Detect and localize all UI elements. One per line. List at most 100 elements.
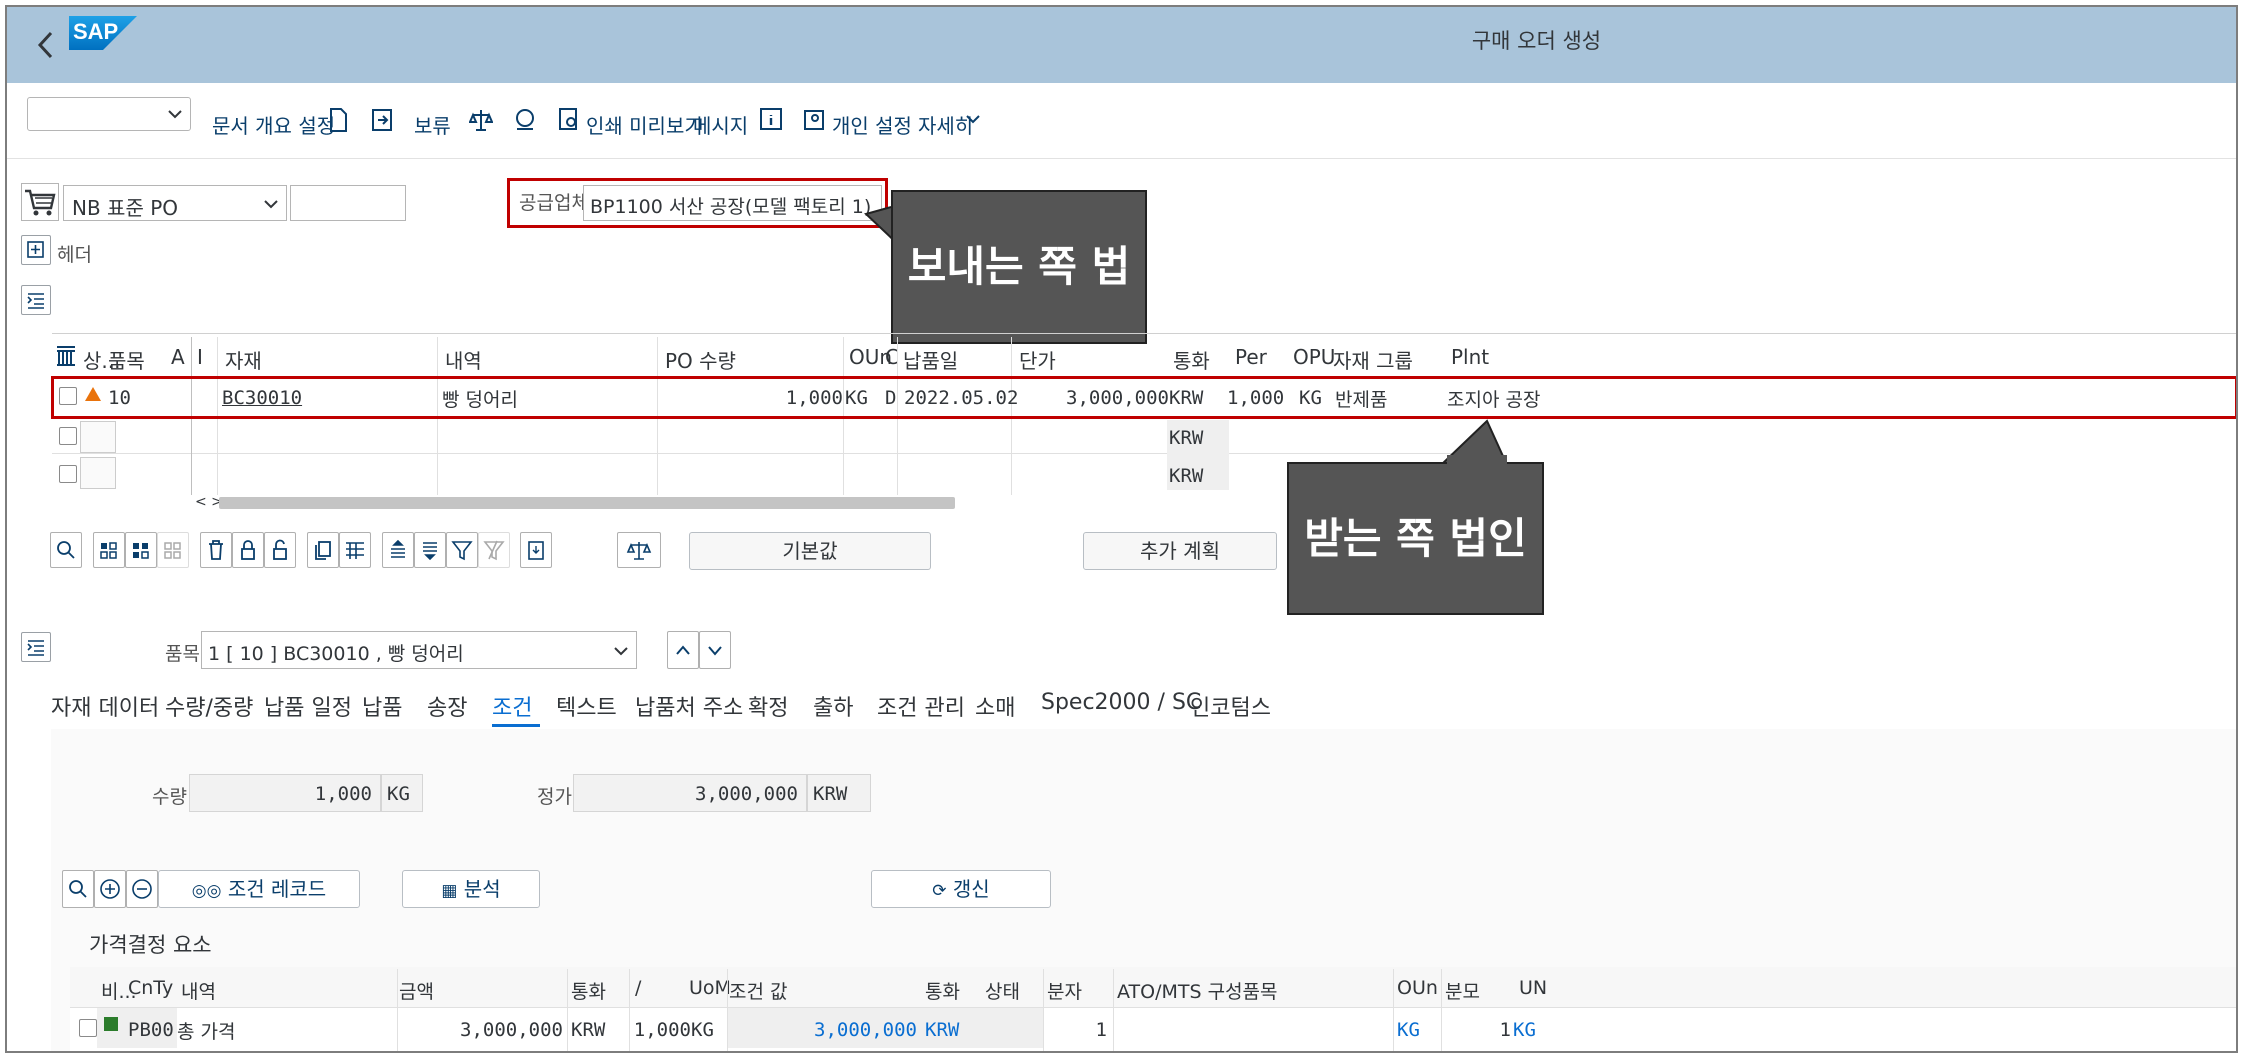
condition-record-label: 조건 레코드 bbox=[227, 877, 327, 901]
copy-icon[interactable] bbox=[307, 532, 339, 568]
remove-condition-icon[interactable] bbox=[126, 870, 158, 908]
tab-delivery-schedule[interactable]: 납품 일정 bbox=[264, 690, 352, 722]
condition-amount[interactable]: 3,000,000 bbox=[397, 1019, 563, 1041]
tab-material-data[interactable]: 자재 데이터 bbox=[51, 690, 159, 722]
collapse-item-icon[interactable] bbox=[21, 632, 51, 662]
filter-icon[interactable] bbox=[446, 532, 478, 568]
sort-ascending-icon[interactable] bbox=[382, 532, 414, 568]
net-price-field: 3,000,000 bbox=[573, 774, 807, 812]
variant-dropdown[interactable] bbox=[27, 97, 191, 131]
zoom-conditions-icon[interactable] bbox=[62, 870, 94, 908]
pcol-uom[interactable]: UoM bbox=[689, 977, 731, 999]
pcol-status[interactable]: 상태 bbox=[985, 977, 1020, 1004]
pcol-currency[interactable]: 통화 bbox=[571, 977, 606, 1004]
condition-value: 3,000,000 bbox=[814, 1019, 917, 1041]
row-select-checkbox[interactable] bbox=[59, 427, 77, 445]
tab-incoterms[interactable]: 인코텀스 bbox=[1190, 690, 1271, 722]
tab-shipping[interactable]: 출하 bbox=[813, 690, 853, 722]
page-title: 구매 오더 생성 bbox=[1471, 29, 1602, 53]
pcol-amount[interactable]: 금액 bbox=[399, 977, 434, 1004]
pcol-oun[interactable]: OUn bbox=[1397, 977, 1438, 999]
add-condition-icon[interactable] bbox=[94, 870, 126, 908]
clipboard-icon[interactable] bbox=[520, 532, 552, 568]
tab-texts[interactable]: 텍스트 bbox=[556, 690, 617, 722]
item-selector-value: 1 [ 10 ] BC30010 , 빵 덩어리 bbox=[208, 643, 464, 665]
deselect-all-icon[interactable] bbox=[157, 532, 189, 568]
item-selector[interactable]: 1 [ 10 ] BC30010 , 빵 덩어리 bbox=[201, 631, 637, 669]
lock-icon[interactable] bbox=[232, 532, 264, 568]
pcol-numerator[interactable]: 분자 bbox=[1047, 977, 1082, 1004]
pcol-denominator[interactable]: 분모 bbox=[1445, 977, 1480, 1004]
condition-denominator[interactable]: 1 bbox=[1441, 1019, 1511, 1041]
condition-record-button[interactable]: ◎◎ 조건 레코드 bbox=[158, 870, 360, 908]
update-button[interactable]: ⟳ 갱신 bbox=[871, 870, 1051, 908]
app-window: SAP 구매 오더 생성 문서 개요 설정 보류 인쇄 미리보기 메시지 개인 … bbox=[5, 5, 2238, 1053]
tab-conditions[interactable]: 조건 bbox=[492, 690, 532, 722]
print-preview-icon[interactable] bbox=[558, 107, 580, 133]
info-icon[interactable] bbox=[759, 107, 783, 131]
document-icon[interactable] bbox=[327, 107, 349, 133]
binoculars-icon: ◎◎ bbox=[191, 881, 222, 901]
collapse-icon[interactable] bbox=[21, 285, 51, 315]
condition-oun: KG bbox=[1397, 1019, 1420, 1041]
column-settings-icon[interactable] bbox=[55, 343, 77, 367]
table-settings-icon[interactable] bbox=[339, 532, 371, 568]
personal-settings-icon[interactable] bbox=[803, 107, 827, 133]
tab-quantity-weight[interactable]: 수량/중량 bbox=[165, 690, 253, 722]
horizontal-scrollbar[interactable] bbox=[219, 497, 955, 509]
sort-descending-icon[interactable] bbox=[414, 532, 446, 568]
expand-header-icon[interactable] bbox=[21, 235, 51, 265]
condition-numerator[interactable]: 1 bbox=[1043, 1019, 1107, 1041]
check-icon[interactable] bbox=[513, 107, 537, 133]
hold-button[interactable]: 보류 bbox=[414, 110, 451, 139]
zoom-icon[interactable] bbox=[50, 532, 82, 568]
row-select-checkbox[interactable] bbox=[59, 465, 77, 483]
receiver-callout: 받는 쪽 법인 bbox=[1287, 462, 1544, 615]
select-block-icon[interactable] bbox=[125, 532, 157, 568]
pcol-cond-value[interactable]: 조건 값 bbox=[729, 977, 787, 1004]
personal-settings-button[interactable]: 개인 설정 bbox=[832, 110, 912, 139]
pricing-row-checkbox[interactable] bbox=[79, 1019, 97, 1037]
clear-filter-icon[interactable] bbox=[478, 532, 510, 568]
currency[interactable]: KRW bbox=[1169, 427, 1203, 449]
tab-retail[interactable]: 소매 bbox=[975, 690, 1015, 722]
tab-spec2000[interactable]: Spec2000 / SC bbox=[1041, 690, 1201, 715]
pcol-un[interactable]: UN bbox=[1519, 977, 1547, 999]
currency[interactable]: KRW bbox=[1169, 465, 1203, 487]
tab-confirmations[interactable]: 확정 bbox=[748, 690, 788, 722]
pcol-cond-type[interactable]: CnTy bbox=[128, 977, 173, 999]
next-item-icon[interactable] bbox=[699, 631, 731, 669]
condition-currency[interactable]: KRW bbox=[571, 1019, 605, 1041]
pcol-per[interactable]: / bbox=[635, 977, 641, 999]
select-all-icon[interactable] bbox=[93, 532, 125, 568]
previous-item-icon[interactable] bbox=[667, 631, 699, 669]
pcol-ato-mts[interactable]: ATO/MTS 구성품목 bbox=[1117, 977, 1278, 1004]
tab-invoice[interactable]: 송장 bbox=[427, 690, 467, 722]
item-row-highlight-box bbox=[51, 376, 2236, 419]
pricing-elements-title: 가격결정 요소 bbox=[89, 933, 212, 957]
print-preview-button[interactable]: 인쇄 미리보기 bbox=[586, 110, 703, 139]
unlock-icon[interactable] bbox=[264, 532, 296, 568]
pcol-description[interactable]: 내역 bbox=[181, 977, 216, 1004]
balance-icon[interactable] bbox=[469, 107, 493, 133]
other-document-icon[interactable] bbox=[370, 107, 394, 133]
analysis-button[interactable]: ▦ 분석 bbox=[402, 870, 540, 908]
po-number-field[interactable] bbox=[290, 185, 406, 221]
pcol-cond-currency[interactable]: 통화 bbox=[925, 977, 960, 1004]
add-planning-button[interactable]: 추가 계획 bbox=[1083, 532, 1277, 570]
messages-button[interactable]: 메시지 bbox=[693, 110, 748, 139]
doc-overview-button[interactable]: 문서 개요 설정 bbox=[212, 110, 335, 139]
balance-button-icon[interactable] bbox=[617, 532, 661, 568]
shopping-cart-icon[interactable] bbox=[21, 183, 59, 221]
delete-icon[interactable] bbox=[200, 532, 232, 568]
po-type-select[interactable]: NB 표준 PO bbox=[63, 185, 287, 221]
condition-uom[interactable]: KG bbox=[691, 1019, 714, 1041]
active-tab-indicator bbox=[492, 724, 540, 727]
default-values-button[interactable]: 기본값 bbox=[689, 532, 931, 570]
tab-delivery-address[interactable]: 납품처 주소 bbox=[635, 690, 743, 722]
tab-condition-control[interactable]: 조건 관리 bbox=[877, 690, 965, 722]
items-grid bbox=[52, 333, 2236, 513]
tab-delivery[interactable]: 납품 bbox=[362, 690, 402, 722]
condition-type[interactable]: PB00 bbox=[128, 1019, 174, 1041]
condition-price-unit[interactable]: 1,000 bbox=[629, 1019, 691, 1041]
